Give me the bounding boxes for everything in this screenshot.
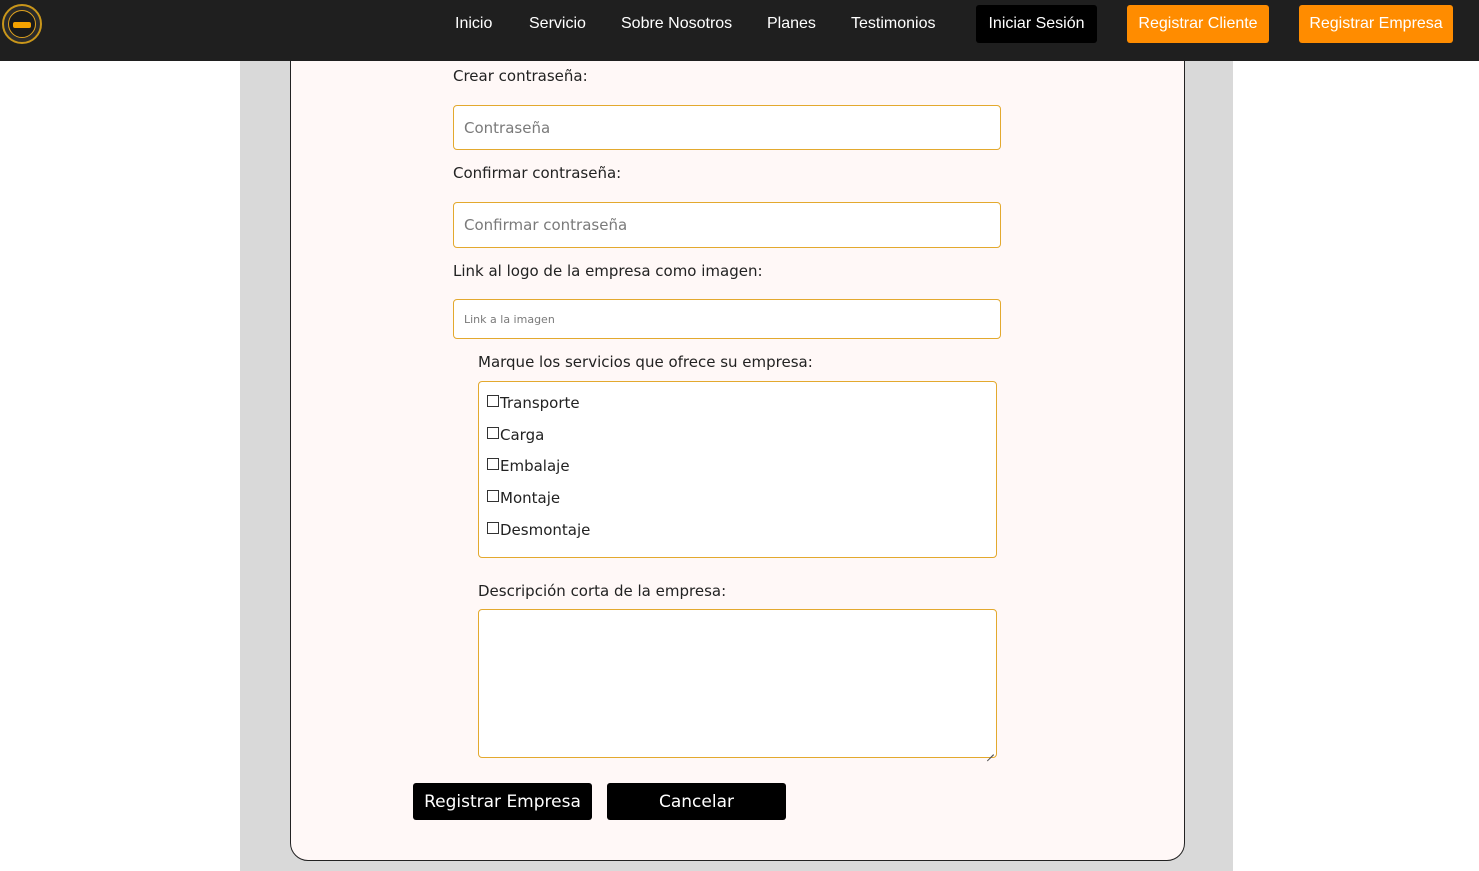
service-option-label: Transporte [500, 394, 580, 412]
service-option-carga[interactable]: Carga [487, 426, 544, 444]
checkbox-icon[interactable] [487, 458, 499, 470]
logo-link-input[interactable] [453, 299, 1001, 339]
company-logo-icon[interactable] [2, 4, 42, 44]
checkbox-icon[interactable] [487, 395, 499, 407]
nav-link-servicio[interactable]: Servicio [529, 14, 586, 34]
confirm-password-label: Confirmar contraseña: [453, 164, 622, 182]
description-textarea[interactable] [478, 609, 997, 758]
cancel-button[interactable]: Cancelar [607, 783, 786, 820]
service-option-montaje[interactable]: Montaje [487, 489, 560, 507]
resize-handle-icon[interactable] [985, 746, 994, 755]
login-button[interactable]: Iniciar Sesión [976, 5, 1097, 43]
logo-link-label: Link al logo de la empresa como imagen: [453, 262, 763, 280]
checkbox-icon[interactable] [487, 522, 499, 534]
nav-link-testimonios[interactable]: Testimonios [851, 14, 935, 34]
password-input[interactable] [453, 105, 1001, 150]
service-option-label: Desmontaje [500, 521, 591, 539]
submit-register-company-button[interactable]: Registrar Empresa [413, 783, 592, 820]
nav-link-inicio[interactable]: Inicio [455, 14, 492, 34]
services-checkbox-group: Transporte Carga Embalaje Montaje Desmon… [478, 381, 997, 558]
service-option-label: Montaje [500, 489, 561, 507]
checkbox-icon[interactable] [487, 490, 499, 502]
password-label: Crear contraseña: [453, 67, 588, 85]
service-option-label: Carga [500, 426, 545, 444]
services-label: Marque los servicios que ofrece su empre… [478, 353, 813, 371]
service-option-desmontaje[interactable]: Desmontaje [487, 521, 590, 539]
nav-link-planes[interactable]: Planes [767, 14, 816, 34]
nav-link-sobre-nosotros[interactable]: Sobre Nosotros [621, 14, 732, 34]
service-option-embalaje[interactable]: Embalaje [487, 457, 570, 475]
service-option-label: Embalaje [500, 457, 570, 475]
register-company-nav-button[interactable]: Registrar Empresa [1299, 5, 1453, 43]
register-client-button[interactable]: Registrar Cliente [1127, 5, 1269, 43]
service-option-transporte[interactable]: Transporte [487, 394, 580, 412]
confirm-password-input[interactable] [453, 202, 1001, 248]
checkbox-icon[interactable] [487, 427, 499, 439]
top-navbar: Inicio Servicio Sobre Nosotros Planes Te… [0, 0, 1479, 61]
description-label: Descripción corta de la empresa: [478, 582, 727, 600]
